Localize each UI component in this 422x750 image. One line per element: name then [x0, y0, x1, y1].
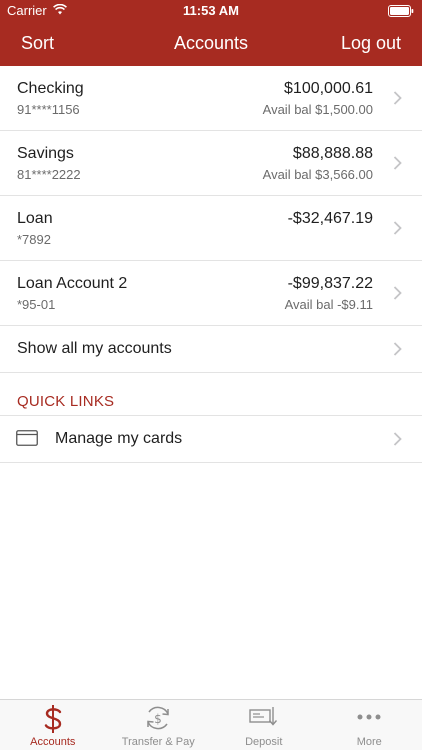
- nav-bar: Sort Accounts Log out: [0, 22, 422, 66]
- account-balance: $88,888.88: [292, 145, 373, 162]
- show-all-accounts-row[interactable]: Show all my accounts: [0, 326, 422, 373]
- available-balance: Avail bal $1,500.00: [262, 102, 373, 117]
- battery-icon: [388, 5, 414, 17]
- quick-links-header: QUICK LINKS: [0, 373, 422, 416]
- account-row-savings[interactable]: Savings 81****2222 $88,888.88 Avail bal …: [0, 131, 422, 196]
- chevron-right-icon: [393, 156, 402, 170]
- tab-label: Accounts: [30, 736, 76, 748]
- status-bar: Carrier 11:53 AM: [0, 0, 422, 22]
- quick-links-title: QUICK LINKS: [17, 393, 115, 410]
- more-dots-icon: [357, 714, 381, 720]
- dollar-icon: [44, 705, 61, 733]
- chevron-right-icon: [393, 221, 402, 235]
- account-row-loan-account-2[interactable]: Loan Account 2 *95-01 -$99,837.22 Avail …: [0, 261, 422, 326]
- tab-bar: Accounts $ Transfer & Pay Deposit More: [0, 699, 422, 750]
- account-name: Loan Account 2: [17, 275, 128, 292]
- account-balance: -$99,837.22: [287, 275, 373, 292]
- available-balance: Avail bal -$9.11: [284, 297, 373, 312]
- chevron-right-icon: [393, 286, 402, 300]
- transfer-pay-icon: $: [147, 706, 169, 730]
- svg-text:$: $: [154, 712, 162, 726]
- show-all-accounts-label: Show all my accounts: [17, 340, 172, 357]
- account-number: 91****1156: [17, 102, 80, 117]
- account-number: *7892: [17, 232, 51, 247]
- status-time: 11:53 AM: [183, 3, 239, 18]
- tab-more[interactable]: More: [317, 700, 422, 750]
- account-name: Checking: [17, 80, 84, 97]
- manage-my-cards-row[interactable]: Manage my cards: [0, 416, 422, 463]
- chevron-right-icon: [393, 432, 402, 446]
- tab-label: Deposit: [245, 736, 283, 748]
- tab-label: More: [356, 736, 382, 748]
- chevron-right-icon: [393, 91, 402, 105]
- account-number: *95-01: [17, 297, 56, 312]
- account-balance: -$32,467.19: [287, 210, 373, 227]
- account-name: Savings: [17, 145, 74, 162]
- tab-transfer-pay[interactable]: $ Transfer & Pay: [106, 700, 212, 750]
- credit-card-icon: [16, 430, 38, 446]
- account-name: Loan: [17, 210, 53, 227]
- tab-accounts[interactable]: Accounts: [0, 700, 106, 750]
- available-balance: Avail bal $3,566.00: [262, 167, 373, 182]
- account-list: Checking 91****1156 $100,000.61 Avail ba…: [0, 66, 422, 463]
- logout-button[interactable]: Log out: [341, 33, 401, 54]
- deposit-check-icon: [249, 707, 277, 726]
- tab-deposit[interactable]: Deposit: [211, 700, 317, 750]
- tab-label: Transfer & Pay: [121, 736, 195, 748]
- account-number: 81****2222: [17, 167, 81, 182]
- account-balance: $100,000.61: [284, 80, 373, 97]
- sort-button[interactable]: Sort: [21, 33, 54, 54]
- manage-my-cards-label: Manage my cards: [55, 430, 183, 447]
- account-row-loan[interactable]: Loan *7892 -$32,467.19: [0, 196, 422, 261]
- account-row-checking[interactable]: Checking 91****1156 $100,000.61 Avail ba…: [0, 66, 422, 131]
- chevron-right-icon: [393, 342, 402, 356]
